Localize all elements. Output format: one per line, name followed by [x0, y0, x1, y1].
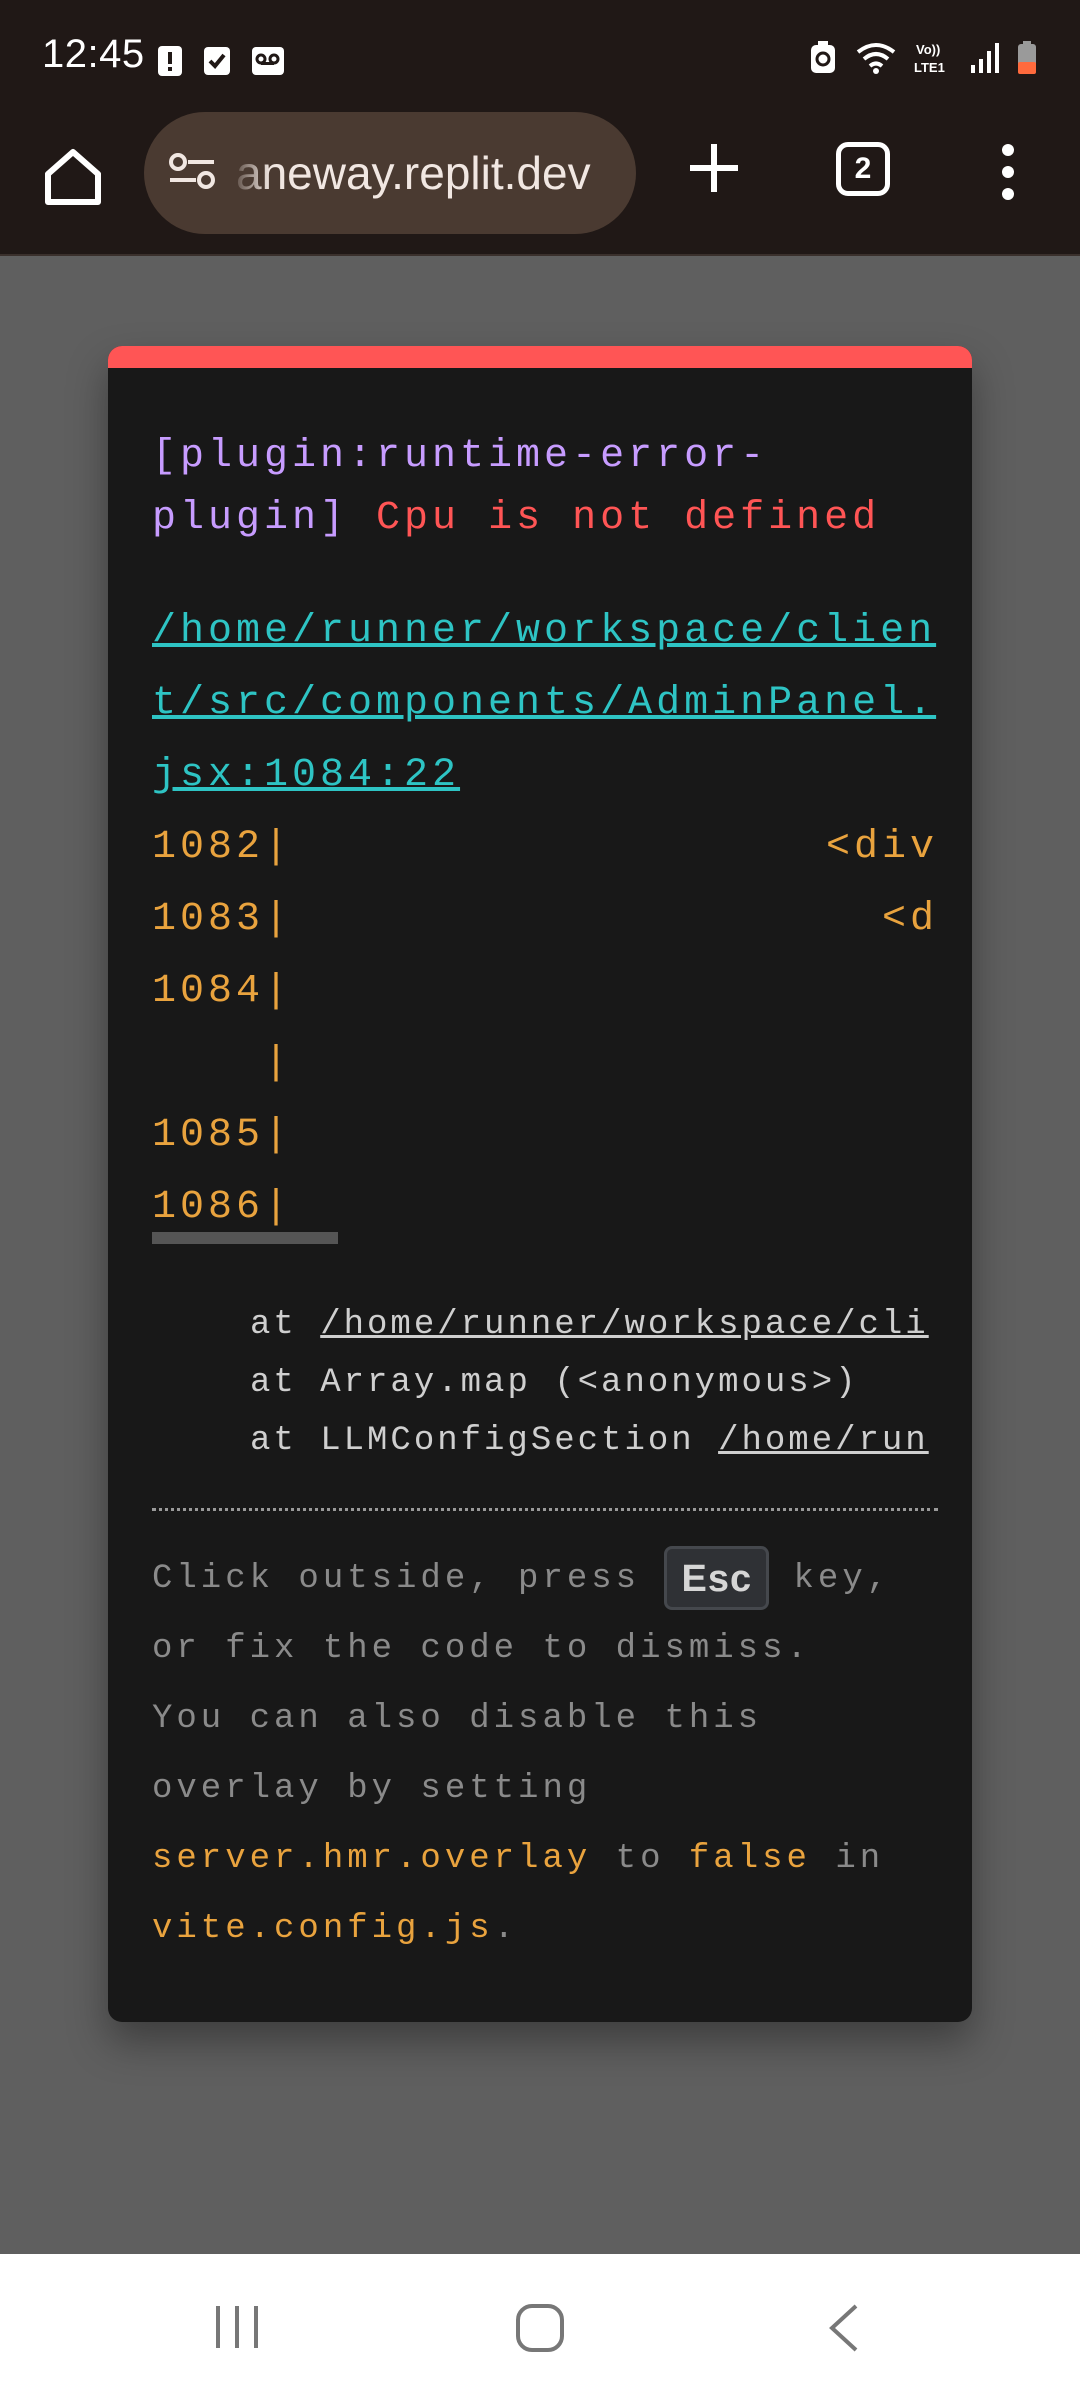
battery-icon — [1018, 41, 1036, 74]
recents-icon[interactable] — [212, 2302, 262, 2352]
error-text: Cpu is not defined — [376, 496, 881, 541]
wifi-icon — [856, 43, 896, 74]
check-box-icon — [204, 47, 230, 75]
svg-text:LTE1: LTE1 — [914, 60, 945, 75]
voicemail-icon — [252, 47, 284, 75]
address-bar[interactable]: aneway.replit.dev — [144, 112, 636, 234]
alert-icon — [158, 46, 182, 76]
error-file-link[interactable]: /home/runner/workspace/client/src/compon… — [152, 596, 942, 812]
home-icon[interactable] — [514, 2302, 566, 2354]
stack-frame: at LLMConfigSection /home/run — [250, 1422, 929, 1460]
stack-frame-link[interactable]: /home/run — [718, 1422, 929, 1460]
status-time: 12:45 — [42, 32, 145, 76]
plus-icon[interactable] — [684, 138, 744, 198]
error-message: [plugin:runtime-error-plugin] Cpu is not… — [152, 426, 932, 550]
config-option: server.hmr.overlay — [152, 1840, 592, 1878]
esc-key-badge: Esc — [664, 1546, 770, 1611]
svg-text:Vo)): Vo)) — [916, 42, 940, 57]
stack-frame-link[interactable]: /home/runner/workspace/cli — [320, 1306, 929, 1344]
code-frame[interactable]: 1082| <div 1083| <d 1084| | 1085| 1086| — [152, 812, 938, 1592]
battery-saver-icon — [811, 41, 835, 73]
error-overlay: [plugin:runtime-error-plugin] Cpu is not… — [108, 346, 972, 2022]
back-icon[interactable] — [824, 2302, 864, 2354]
code-line-number: 1084| — [152, 969, 293, 1014]
error-accent-bar — [108, 346, 972, 368]
status-bar: 12:45 Vo)) LTE1 — [0, 0, 1080, 118]
overlay-divider — [152, 1508, 938, 1511]
status-right-icons: Vo)) LTE1 — [808, 40, 1038, 76]
config-file: vite.config.js — [152, 1910, 494, 1948]
status-left-icons — [156, 44, 286, 78]
stack-trace: at /home/runner/workspace/cli at Array.m… — [250, 1296, 938, 1470]
stack-frame: at Array.map (<anonymous>) — [250, 1364, 859, 1402]
browser-toolbar: aneway.replit.dev 2 — [0, 112, 1080, 256]
stack-frame: at /home/runner/workspace/cli — [250, 1306, 929, 1344]
code-line-number: 1082| — [152, 825, 293, 870]
code-line-number: 1083| — [152, 897, 293, 942]
volte-icon: Vo)) LTE1 — [914, 42, 945, 75]
site-settings-icon[interactable] — [168, 150, 216, 192]
code-line-text: <d — [881, 897, 938, 942]
code-scrollbar[interactable] — [152, 1232, 338, 1244]
system-nav-bar — [0, 2254, 1080, 2400]
url-text[interactable]: aneway.replit.dev — [236, 146, 591, 200]
home-icon[interactable] — [40, 144, 106, 210]
dismiss-tip: Click outside, press Esc key, or fix the… — [152, 1544, 932, 1964]
code-line-text: <div — [825, 825, 938, 870]
more-menu-icon[interactable] — [990, 142, 1026, 202]
code-line-number: | — [152, 1041, 293, 1086]
code-line-number: 1085| — [152, 1113, 293, 1158]
url-fade — [230, 112, 270, 234]
tab-switcher-button[interactable]: 2 — [836, 142, 890, 196]
signal-icon — [971, 43, 999, 73]
